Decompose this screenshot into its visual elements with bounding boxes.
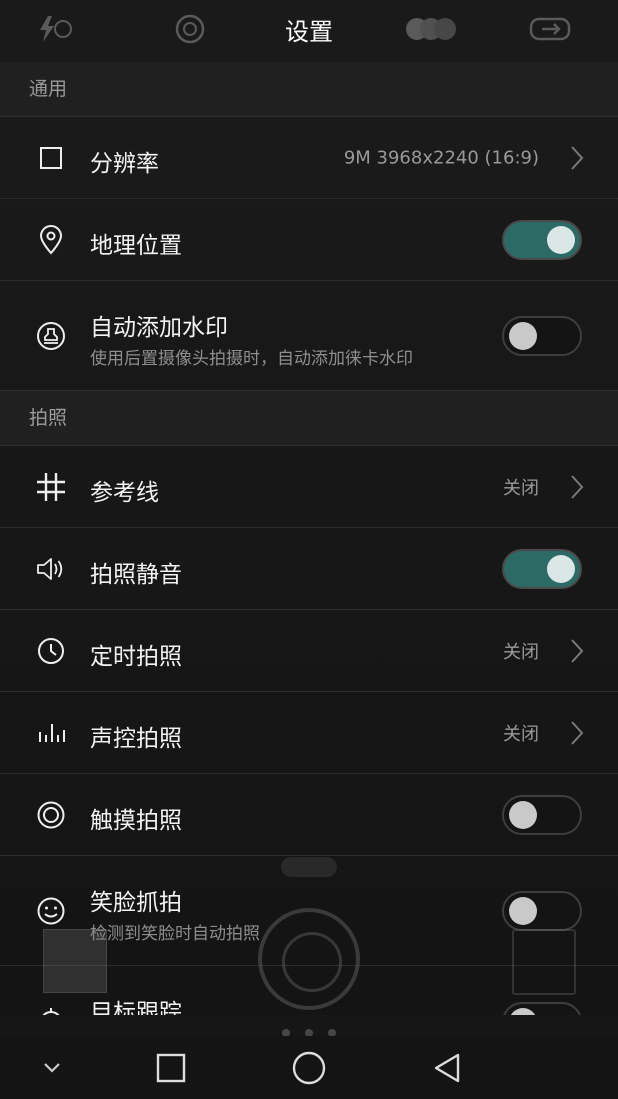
page-title: 设置 <box>285 18 333 46</box>
navigation-bar <box>0 1036 618 1099</box>
watermark-toggle[interactable] <box>502 315 582 356</box>
resolution-value: 9M 3968x2240 (16:9) <box>343 147 539 168</box>
timer-label: 定时拍照 <box>90 644 182 670</box>
chevron-right-icon <box>571 145 584 170</box>
shutter-button <box>258 908 360 1010</box>
section-header-photo: 拍照 <box>0 391 618 446</box>
voice-label: 声控拍照 <box>90 726 182 752</box>
grid-value: 关闭 <box>503 477 539 499</box>
watermark-label: 自动添加水印 <box>90 315 228 341</box>
video-mode-icon <box>512 929 576 995</box>
grid-label: 参考线 <box>90 480 159 506</box>
tracking-toggle[interactable] <box>502 1002 582 1015</box>
watermark-description: 使用后置摄像头拍摄时，自动添加徕卡水印 <box>90 349 413 369</box>
location-pin-icon <box>39 224 63 254</box>
chevron-down-icon[interactable] <box>30 1036 74 1099</box>
camera-settings-screen: 设置 通用 分辨率 9M 3968x2240 (16:9) 地理位置 自动添加水… <box>0 0 618 1099</box>
square-icon <box>40 146 62 169</box>
toggle-knob <box>509 896 537 925</box>
touch-row[interactable]: 触摸拍照 <box>0 774 618 856</box>
watermark-row[interactable]: 自动添加水印 使用后置摄像头拍摄时，自动添加徕卡水印 <box>0 281 618 391</box>
smile-toggle[interactable] <box>502 890 582 931</box>
tracking-label: 目标跟踪 <box>90 1000 182 1015</box>
voice-value: 关闭 <box>503 723 539 745</box>
toggle-knob <box>509 1008 537 1015</box>
audio-bars-icon <box>39 723 65 742</box>
mute-label: 拍照静音 <box>90 562 182 588</box>
timer-value: 关闭 <box>503 641 539 663</box>
clock-icon <box>38 637 64 664</box>
location-row[interactable]: 地理位置 <box>0 199 618 281</box>
smile-icon <box>37 897 65 924</box>
smile-label: 笑脸抓拍 <box>90 890 182 916</box>
touch-label: 触摸拍照 <box>90 808 182 834</box>
gallery-thumbnail <box>43 929 107 993</box>
chevron-right-icon <box>571 638 584 663</box>
voice-row[interactable]: 声控拍照 关闭 <box>0 692 618 774</box>
section-header-general: 通用 <box>0 62 618 117</box>
toggle-knob <box>547 225 575 254</box>
home-circle-icon[interactable] <box>286 1036 332 1099</box>
chevron-right-icon <box>571 720 584 745</box>
switch-camera-icon <box>529 17 571 41</box>
resolution-label: 分辨率 <box>90 151 159 177</box>
drawer-handle <box>281 857 337 877</box>
chevron-right-icon <box>571 474 584 499</box>
grid-row[interactable]: 参考线 关闭 <box>0 446 618 528</box>
touch-toggle[interactable] <box>502 794 582 835</box>
location-label: 地理位置 <box>90 233 182 259</box>
grid-icon <box>37 472 65 501</box>
recents-square-icon[interactable] <box>148 1036 194 1099</box>
top-bar: 设置 <box>0 0 618 63</box>
toggle-knob <box>509 800 537 829</box>
timer-row[interactable]: 定时拍照 关闭 <box>0 610 618 692</box>
resolution-row[interactable]: 分辨率 9M 3968x2240 (16:9) <box>0 117 618 199</box>
stamp-icon <box>37 321 65 350</box>
speaker-icon <box>37 557 63 580</box>
tracking-icon <box>42 1008 60 1015</box>
toggle-knob <box>509 321 537 350</box>
target-icon <box>37 801 65 828</box>
smile-description: 检测到笑脸时自动拍照 <box>90 924 260 944</box>
toggle-knob <box>547 554 575 583</box>
mute-toggle[interactable] <box>502 548 582 589</box>
color-mode-icon <box>406 18 456 40</box>
mute-row[interactable]: 拍照静音 <box>0 528 618 610</box>
location-toggle[interactable] <box>502 219 582 260</box>
back-triangle-icon[interactable] <box>424 1036 470 1099</box>
